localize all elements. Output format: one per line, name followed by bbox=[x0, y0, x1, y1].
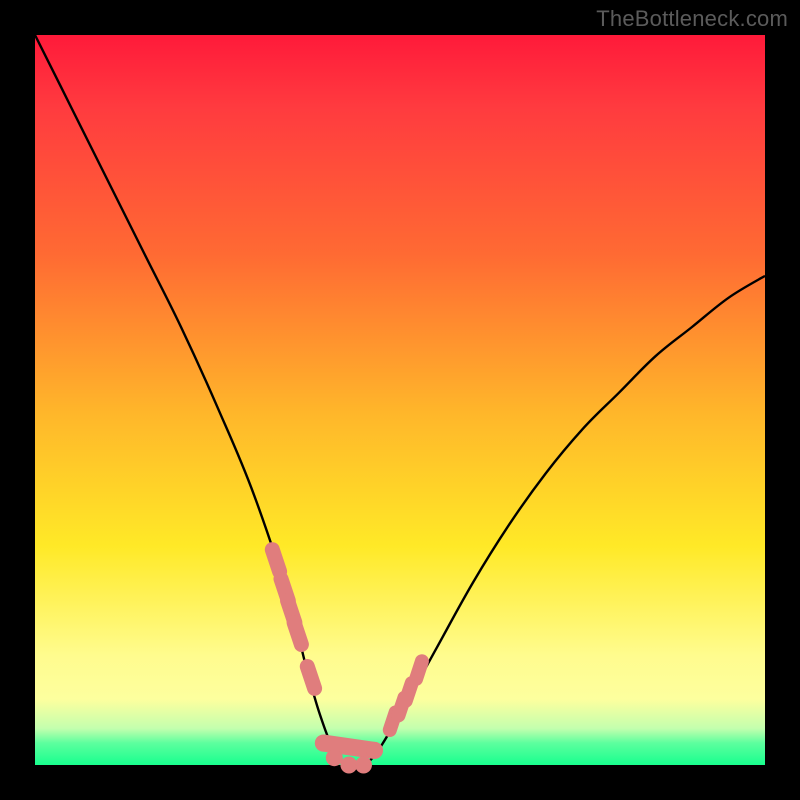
curve-marker bbox=[366, 742, 383, 759]
curve-marker-segment bbox=[272, 550, 279, 572]
curve-marker bbox=[315, 735, 332, 752]
watermark-text: TheBottleneck.com bbox=[596, 6, 788, 32]
curve-marker bbox=[326, 749, 343, 766]
curve-markers bbox=[272, 550, 422, 774]
plot-area bbox=[35, 35, 765, 765]
curve-marker-segment bbox=[294, 623, 301, 645]
curve-marker bbox=[340, 757, 357, 774]
curve-marker-segment bbox=[307, 667, 314, 689]
bottleneck-curve bbox=[35, 35, 765, 767]
curve-marker-segment bbox=[416, 661, 422, 679]
curve-marker bbox=[355, 757, 372, 774]
bottleneck-curve-svg bbox=[35, 35, 765, 765]
chart-frame: TheBottleneck.com bbox=[0, 0, 800, 800]
curve-marker-segment bbox=[406, 683, 412, 701]
